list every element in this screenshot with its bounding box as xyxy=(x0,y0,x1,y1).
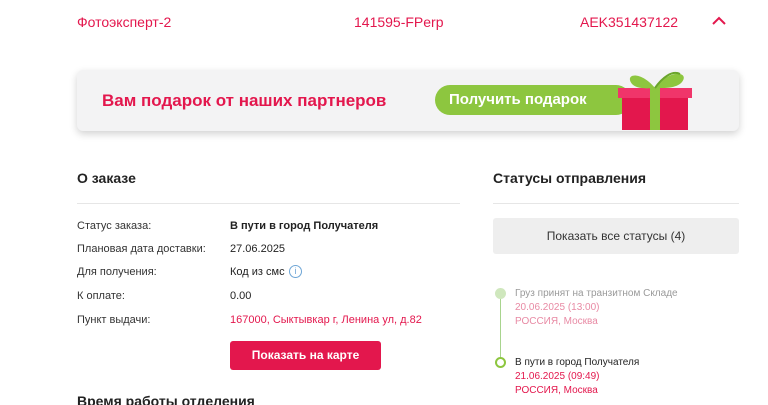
track-number: 141595-FPerp xyxy=(354,14,444,30)
sender-name: Фотоэксперт-2 xyxy=(77,14,172,30)
pickup-point-link[interactable]: 167000, Сыктывкар г, Ленина ул, д.82 xyxy=(230,314,422,326)
timeline-dot-current-icon xyxy=(495,357,506,368)
info-label: Плановая дата доставки: xyxy=(77,243,206,255)
info-value: 27.06.2025 xyxy=(230,243,286,255)
status-item: Груз принят на транзитном Складе 20.06.2… xyxy=(515,287,678,329)
gift-box-icon xyxy=(618,72,692,130)
gift-banner: Вам подарок от наших партнеров Получить … xyxy=(77,70,739,131)
info-label: Пункт выдачи: xyxy=(77,314,151,326)
gift-banner-title: Вам подарок от наших партнеров xyxy=(102,91,387,110)
statuses-divider xyxy=(493,203,739,204)
order-header-row[interactable]: Фотоэксперт-2 141595-FPerp AEK351437122 xyxy=(0,0,768,46)
status-title: Груз принят на транзитном Складе xyxy=(515,288,678,299)
about-order-title: О заказе xyxy=(77,170,136,186)
chevron-up-icon[interactable] xyxy=(712,16,726,26)
info-label: Для получения: xyxy=(77,266,157,278)
status-place: РОССИЯ, Москва xyxy=(515,385,598,396)
status-title: В пути в город Получателя xyxy=(515,357,640,368)
show-on-map-button[interactable]: Показать на карте xyxy=(230,341,381,370)
info-row-pickup-point: Пункт выдачи: 167000, Сыктывкар г, Ленин… xyxy=(77,314,460,332)
show-all-statuses-button[interactable]: Показать все статусы (4) xyxy=(493,218,739,254)
info-label: К оплате: xyxy=(77,290,125,302)
status-date: 21.06.2025 (09:49) xyxy=(515,371,600,382)
info-row-receive-method: Для получения: Код из смс i xyxy=(77,265,460,284)
info-row-status: Статус заказа: В пути в город Получателя xyxy=(77,220,460,238)
office-hours-title: Время работы отделения xyxy=(77,393,255,405)
info-value: В пути в город Получателя xyxy=(230,220,379,232)
info-icon[interactable]: i xyxy=(289,265,302,278)
info-row-delivery-date: Плановая дата доставки: 27.06.2025 xyxy=(77,243,460,261)
timeline-dot-icon xyxy=(495,288,506,299)
order-code: AEK351437122 xyxy=(580,14,679,30)
get-gift-button[interactable]: Получить подарок xyxy=(435,85,631,115)
status-date: 20.06.2025 (13:00) xyxy=(515,302,600,313)
info-row-payment: К оплате: 0.00 xyxy=(77,290,460,308)
info-value: 0.00 xyxy=(230,290,252,302)
info-value: Код из смс xyxy=(230,266,285,278)
status-place: РОССИЯ, Москва xyxy=(515,316,598,327)
shipment-statuses-title: Статусы отправления xyxy=(493,170,647,186)
info-label: Статус заказа: xyxy=(77,220,152,232)
status-item: В пути в город Получателя 21.06.2025 (09… xyxy=(515,356,639,398)
about-divider xyxy=(77,203,460,204)
